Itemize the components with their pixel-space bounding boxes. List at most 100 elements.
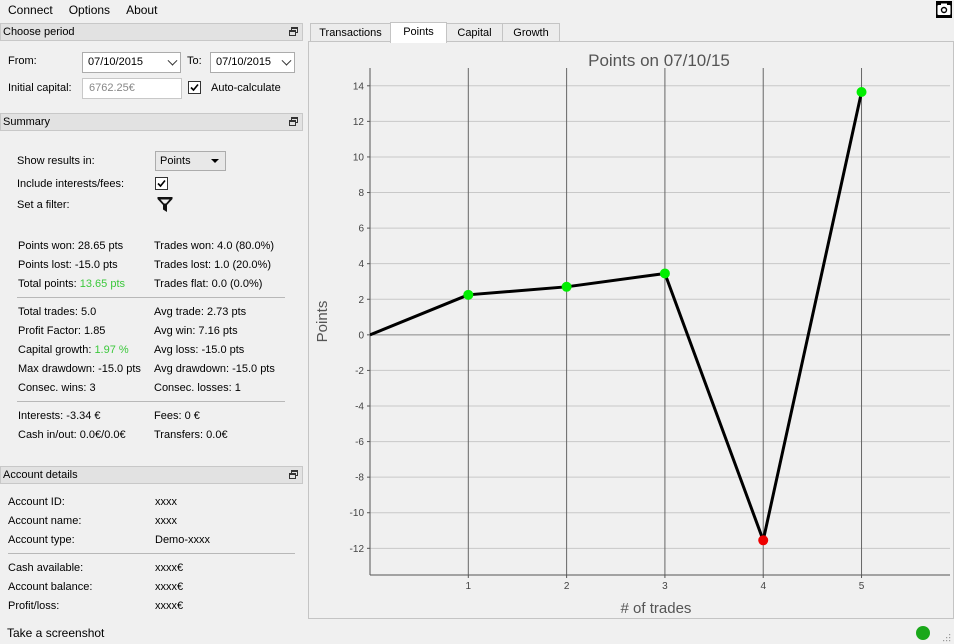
chart-x-axis-label: # of trades	[621, 600, 692, 617]
menu-options[interactable]: Options	[61, 0, 118, 20]
y-tick-label: 6	[358, 224, 364, 235]
initial-capital-value: 6762.25€	[89, 82, 135, 94]
account-balance-value: xxxx€	[155, 581, 184, 593]
to-date-value: 07/10/2015	[216, 56, 272, 68]
choose-period-header: Choose period	[0, 23, 303, 41]
tab-points[interactable]: Points	[390, 22, 447, 43]
x-tick-label: 3	[662, 581, 668, 592]
y-tick-label: -12	[350, 544, 365, 555]
float-window-icon[interactable]	[289, 117, 299, 126]
chart-y-axis-label: Points	[314, 301, 331, 343]
tab-transactions[interactable]: Transactions	[310, 23, 391, 42]
capital-growth-value: 1.97 %	[94, 344, 129, 356]
total-trades: Total trades: 5.0	[18, 306, 97, 318]
trades-won: Trades won: 4.0 (80.0%)	[154, 240, 275, 252]
divider	[8, 553, 295, 554]
include-interests-label: Include interests/fees:	[17, 178, 125, 190]
account-balance-label: Account balance:	[8, 581, 93, 593]
data-point	[561, 281, 572, 292]
initial-capital-input[interactable]: 6762.25€	[82, 78, 182, 99]
divider	[17, 297, 285, 298]
data-point	[856, 87, 867, 98]
y-tick-label: -10	[350, 508, 365, 519]
avg-loss: Avg loss: -15.0 pts	[154, 344, 245, 356]
total-points: Total points: 13.65 pts	[18, 278, 125, 290]
initial-capital-label: Initial capital:	[8, 82, 72, 94]
float-window-icon[interactable]	[289, 27, 299, 36]
profit-loss-value: xxxx€	[155, 600, 184, 612]
consec-wins: Consec. wins: 3	[18, 382, 96, 394]
chart-title: Points on 07/10/15	[588, 51, 730, 70]
status-text: Take a screenshot	[7, 626, 105, 640]
status-ok-dot	[916, 626, 930, 640]
y-tick-label: 14	[353, 81, 365, 92]
dropdown-arrow-icon	[211, 159, 219, 163]
x-tick-label: 2	[564, 581, 570, 592]
include-interests-checkbox[interactable]	[155, 177, 168, 190]
auto-calculate-checkbox[interactable]	[188, 81, 201, 94]
profit-loss-label: Profit/loss:	[8, 600, 60, 612]
cash-in-out: Cash in/out: 0.0€/0.0€	[18, 429, 126, 441]
to-label: To:	[187, 55, 202, 67]
y-tick-label: 4	[358, 259, 364, 270]
y-tick-label: 10	[353, 152, 365, 163]
from-date-value: 07/10/2015	[88, 56, 144, 68]
y-tick-label: 2	[358, 295, 364, 306]
cash-available-label: Cash available:	[8, 562, 84, 574]
points-lost: Points lost: -15.0 pts	[18, 259, 118, 271]
y-tick-label: -6	[355, 437, 364, 448]
max-drawdown: Max drawdown: -15.0 pts	[18, 363, 141, 375]
menu-connect[interactable]: Connect	[0, 0, 61, 20]
trades-lost: Trades lost: 1.0 (20.0%)	[154, 259, 271, 271]
panel-title: Account details	[3, 469, 78, 481]
account-details-header: Account details	[0, 466, 303, 484]
capital-growth: Capital growth: 1.97 %	[18, 344, 129, 356]
y-tick-label: -2	[355, 366, 364, 377]
resize-grip-icon[interactable]	[943, 633, 951, 642]
y-tick-label: 8	[358, 188, 364, 199]
menu-about[interactable]: About	[118, 0, 165, 20]
set-filter-label: Set a filter:	[17, 199, 70, 211]
show-results-label: Show results in:	[17, 155, 95, 167]
panel-title: Choose period	[3, 26, 75, 38]
status-bar: Take a screenshot	[0, 622, 954, 644]
points-won: Points won: 28.65 pts	[18, 240, 124, 252]
menu-bar: Connect Options About	[0, 0, 954, 20]
account-id-value: xxxx	[155, 496, 177, 508]
to-date-field[interactable]: 07/10/2015	[210, 52, 295, 73]
tab-capital[interactable]: Capital	[446, 23, 503, 42]
from-date-field[interactable]: 07/10/2015	[82, 52, 181, 73]
y-tick-label: 0	[358, 330, 364, 341]
y-tick-label: -4	[355, 402, 364, 413]
y-tick-label: -8	[355, 473, 364, 484]
capital-growth-label: Capital growth:	[18, 344, 92, 356]
x-tick-label: 4	[760, 581, 766, 592]
chevron-down-icon	[281, 55, 292, 66]
total-points-label: Total points:	[18, 278, 77, 290]
x-tick-label: 5	[859, 581, 865, 592]
data-point	[659, 268, 670, 279]
camera-icon[interactable]	[936, 1, 952, 18]
panel-title: Summary	[3, 116, 51, 128]
account-type-value: Demo-xxxx	[155, 534, 211, 546]
profit-factor: Profit Factor: 1.85	[18, 325, 106, 337]
points-series-line	[370, 91, 863, 542]
avg-drawdown: Avg drawdown: -15.0 pts	[154, 363, 275, 375]
filter-funnel-icon[interactable]	[157, 196, 173, 213]
cash-available-value: xxxx€	[155, 562, 184, 574]
points-chart-pane: Points on 07/10/15 Points # of trades -1…	[308, 41, 954, 619]
show-results-select[interactable]: Points	[155, 151, 226, 171]
x-tick-label: 1	[466, 581, 472, 592]
chevron-down-icon	[167, 55, 178, 66]
auto-calculate-label: Auto-calculate	[211, 82, 281, 94]
divider	[17, 401, 285, 402]
tab-growth[interactable]: Growth	[502, 23, 560, 42]
checkmark-icon	[157, 179, 166, 188]
float-window-icon[interactable]	[289, 470, 299, 479]
account-id-label: Account ID:	[8, 496, 65, 508]
account-name-label: Account name:	[8, 515, 82, 527]
summary-header: Summary	[0, 113, 303, 131]
avg-trade: Avg trade: 2.73 pts	[154, 306, 247, 318]
data-point	[463, 289, 474, 300]
account-name-value: xxxx	[155, 515, 177, 527]
